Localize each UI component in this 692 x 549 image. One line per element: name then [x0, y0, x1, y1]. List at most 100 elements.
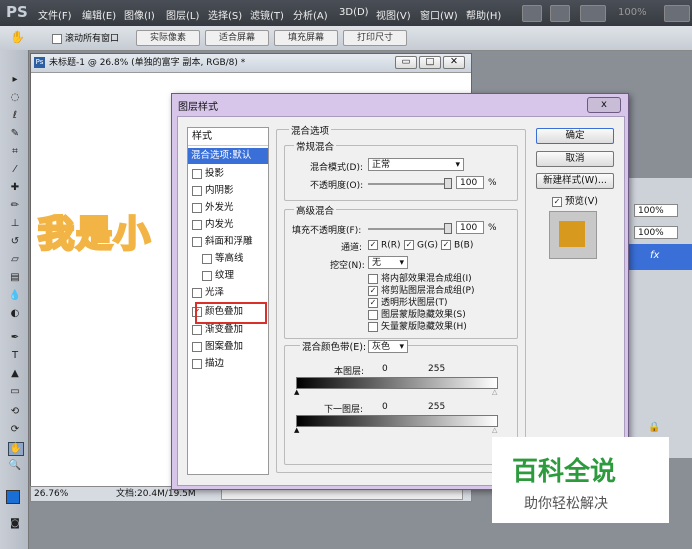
style-item-gradient-overlay[interactable]: 渐变叠加: [192, 322, 266, 338]
quick-mask-icon[interactable]: ◙: [8, 518, 22, 530]
crop-tool-icon[interactable]: ⌗: [8, 146, 22, 158]
menu-filter[interactable]: 滤镜(T): [250, 7, 284, 22]
zoom-tool-icon[interactable]: 🔍: [8, 460, 22, 472]
opacity-input[interactable]: 100: [456, 176, 484, 189]
menu-select[interactable]: 选择(S): [208, 7, 242, 22]
style-item-satin[interactable]: 光泽: [192, 285, 266, 301]
minibridge-button[interactable]: [550, 5, 570, 22]
scroll-all-windows-checkbox[interactable]: 滚动所有窗口: [52, 31, 119, 44]
blur-tool-icon[interactable]: 💧: [8, 290, 22, 302]
fx-icon[interactable]: fx: [650, 250, 659, 261]
dropdown-arrow-icon: ▾: [399, 258, 404, 268]
opacity-slider[interactable]: [368, 183, 450, 185]
knockout-select[interactable]: 无 ▾: [368, 256, 408, 269]
style-item-texture[interactable]: 纹理: [202, 268, 276, 284]
style-item-contour[interactable]: 等高线: [202, 251, 276, 267]
actual-pixels-button[interactable]: 实际像素: [136, 30, 200, 46]
foreground-color-swatch[interactable]: [6, 490, 20, 504]
path-select-tool-icon[interactable]: ▲: [8, 368, 22, 380]
layer-opacity-field[interactable]: 100%: [634, 204, 678, 217]
this-layer-gradient[interactable]: [296, 377, 498, 389]
menu-analysis[interactable]: 分析(A): [293, 7, 328, 22]
hand-tool-icon-active[interactable]: ✋: [8, 442, 24, 456]
blend-if-select[interactable]: 灰色 ▾: [368, 340, 408, 353]
underlying-gradient[interactable]: [296, 415, 498, 427]
this-layer-max: 255: [428, 364, 446, 374]
clone-stamp-tool-icon[interactable]: ⊥: [8, 218, 22, 230]
healing-tool-icon[interactable]: ✚: [8, 182, 22, 194]
options-bar: ✋ 滚动所有窗口 实际像素 适合屏幕 填充屏幕 打印尺寸: [0, 26, 692, 51]
shape-tool-icon[interactable]: ▭: [8, 386, 22, 398]
pen-tool-icon[interactable]: ✒: [8, 332, 22, 344]
lock-icon[interactable]: 🔒: [648, 422, 660, 433]
ps-doc-icon: Ps: [34, 57, 45, 68]
this-layer-black-slider[interactable]: ▲: [294, 388, 299, 396]
arrange-button[interactable]: [580, 5, 606, 22]
move-tool-icon[interactable]: ▸: [8, 74, 22, 86]
channel-g-checkbox[interactable]: ✓ G(G): [404, 240, 438, 251]
eraser-tool-icon[interactable]: ▱: [8, 254, 22, 266]
menu-file[interactable]: 文件(F): [38, 7, 72, 22]
general-blending-title: 常规混合: [294, 139, 337, 153]
selected-layer-row[interactable]: [628, 244, 692, 270]
fit-screen-button[interactable]: 适合屏幕: [205, 30, 269, 46]
style-item-bevel-emboss[interactable]: 斜面和浮雕: [192, 234, 266, 250]
zoom-readout[interactable]: 26.76%: [34, 487, 68, 501]
style-item-inner-glow[interactable]: 内发光: [192, 217, 266, 233]
fill-screen-button[interactable]: 填充屏幕: [274, 30, 338, 46]
quick-select-tool-icon[interactable]: ✎: [8, 128, 22, 140]
zoom-level[interactable]: 100%: [618, 7, 647, 18]
print-size-button[interactable]: 打印尺寸: [343, 30, 407, 46]
preview-checkbox[interactable]: ✓ 预览(V): [552, 193, 598, 207]
menu-layer[interactable]: 图层(L): [166, 7, 199, 22]
dialog-close-button[interactable]: x: [587, 97, 621, 113]
this-layer-white-slider[interactable]: △: [492, 388, 497, 396]
vector-mask-hides-effects-checkbox[interactable]: 矢量蒙版隐藏效果(H): [368, 319, 467, 332]
style-item-pattern-overlay[interactable]: 图案叠加: [192, 339, 266, 355]
menu-view[interactable]: 视图(V): [376, 7, 411, 22]
ok-button[interactable]: 确定: [536, 128, 614, 144]
style-item-drop-shadow[interactable]: 投影: [192, 166, 266, 182]
close-doc-button[interactable]: ✕: [443, 56, 465, 69]
bridge-button[interactable]: [522, 5, 542, 22]
underlying-black-slider[interactable]: ▲: [294, 426, 299, 434]
marquee-tool-icon[interactable]: ◌: [8, 92, 22, 104]
lasso-tool-icon[interactable]: ℓ: [8, 110, 22, 122]
gradient-tool-icon[interactable]: ▤: [8, 272, 22, 284]
opacity-slider-knob[interactable]: [444, 178, 452, 189]
dodge-tool-icon[interactable]: ◐: [8, 308, 22, 320]
menu-edit[interactable]: 编辑(E): [82, 7, 116, 22]
3d-orbit-tool-icon[interactable]: ⟳: [8, 424, 22, 436]
history-brush-tool-icon[interactable]: ↺: [8, 236, 22, 248]
fill-opacity-slider[interactable]: [368, 228, 450, 230]
maximize-button[interactable]: □: [419, 56, 441, 69]
hand-tool-icon[interactable]: ✋: [10, 30, 25, 44]
style-item-outer-glow[interactable]: 外发光: [192, 200, 266, 216]
style-item-inner-shadow[interactable]: 内阴影: [192, 183, 266, 199]
menu-3d[interactable]: 3D(D): [339, 7, 369, 18]
new-style-button[interactable]: 新建样式(W)...: [536, 173, 614, 189]
style-item-stroke[interactable]: 描边: [192, 356, 266, 372]
channel-r-checkbox[interactable]: ✓ R(R): [368, 240, 401, 251]
screen-mode-button[interactable]: [664, 5, 690, 22]
layers-panel: 100% 100% fx 🔒: [627, 178, 692, 458]
brush-tool-icon[interactable]: ✏: [8, 200, 22, 212]
fill-opacity-input[interactable]: 100: [456, 221, 484, 234]
menu-help[interactable]: 帮助(H): [466, 7, 501, 22]
fill-opacity-slider-knob[interactable]: [444, 223, 452, 234]
underlying-white-slider[interactable]: △: [492, 426, 497, 434]
layer-fill-field[interactable]: 100%: [634, 226, 678, 239]
cancel-button[interactable]: 取消: [536, 151, 614, 167]
type-tool-icon[interactable]: T: [8, 350, 22, 362]
menu-window[interactable]: 窗口(W): [420, 7, 458, 22]
styles-header[interactable]: 样式: [188, 128, 268, 146]
eyedropper-tool-icon[interactable]: ⁄: [8, 164, 22, 176]
canvas-text: 我是小: [36, 213, 153, 257]
minimize-button[interactable]: ▭: [395, 56, 417, 69]
3d-rotate-tool-icon[interactable]: ⟲: [8, 406, 22, 418]
general-blending-group: [284, 145, 518, 201]
blending-options-item[interactable]: 混合选项:默认: [188, 148, 268, 164]
channel-b-checkbox[interactable]: ✓ B(B): [441, 240, 473, 251]
menu-image[interactable]: 图像(I): [124, 7, 155, 22]
blend-mode-select[interactable]: 正常 ▾: [368, 158, 464, 171]
